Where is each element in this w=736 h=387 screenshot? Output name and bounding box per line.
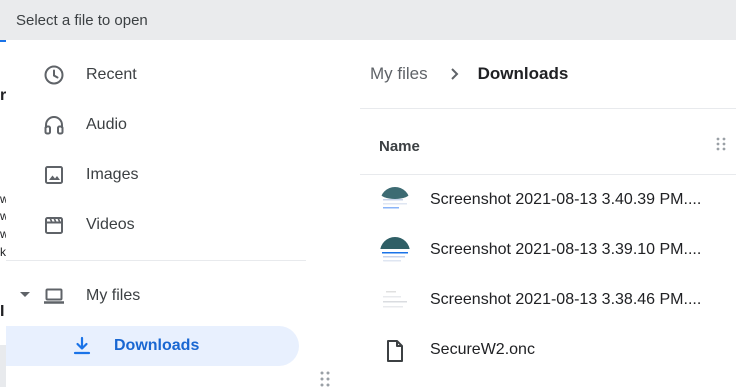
file-icon [387, 340, 403, 362]
download-icon [73, 336, 91, 355]
file-name: Screenshot 2021-08-13 3.40.39 PM.... [430, 191, 702, 208]
dialog-titlebar: Select a file to open [0, 0, 736, 40]
chevron-right-icon [450, 68, 459, 80]
file-name: SecureW2.onc [430, 341, 535, 358]
sidebar-item-downloads[interactable]: Downloads [6, 326, 299, 366]
dialog-title: Select a file to open [16, 11, 148, 29]
expand-caret-icon[interactable] [20, 292, 30, 297]
sidebar-item-images[interactable]: Images [6, 155, 306, 195]
headphones-icon [44, 116, 64, 135]
sidebar-item-label: Videos [86, 216, 135, 233]
column-resize-handle-icon[interactable] [716, 136, 726, 152]
background-glyph: I [0, 303, 5, 320]
breadcrumb-my-files[interactable]: My files [370, 64, 428, 84]
laptop-icon [44, 288, 64, 304]
sidebar-item-label: Recent [86, 66, 137, 83]
image-thumbnail [380, 287, 410, 317]
breadcrumb-downloads: Downloads [477, 64, 569, 83]
sidebar-item-label: Images [86, 166, 139, 183]
image-thumbnail [380, 237, 410, 267]
image-thumbnail [380, 187, 410, 217]
breadcrumb: My files Downloads [370, 64, 568, 84]
sidebar-divider [6, 260, 306, 261]
splitter-handle-icon[interactable] [319, 370, 331, 387]
sidebar-item-label: Downloads [114, 337, 200, 354]
column-header-name[interactable]: Name [379, 138, 420, 155]
file-row[interactable]: Screenshot 2021-08-13 3.40.39 PM.... [360, 176, 736, 226]
file-row[interactable]: Screenshot 2021-08-13 3.38.46 PM.... [360, 276, 736, 326]
image-icon [45, 166, 63, 184]
file-row[interactable]: Screenshot 2021-08-13 3.39.10 PM.... [360, 226, 736, 276]
sidebar-item-recent[interactable]: Recent [6, 55, 306, 95]
sidebar-item-my-files[interactable]: My files [6, 276, 306, 316]
clock-icon [44, 65, 64, 85]
film-icon [45, 217, 63, 234]
header-divider [360, 108, 736, 109]
sidebar-item-audio[interactable]: Audio [6, 105, 306, 145]
sidebar-item-videos[interactable]: Videos [6, 205, 306, 245]
column-header-divider [360, 174, 736, 175]
sidebar-item-label: Audio [86, 116, 127, 133]
file-name: Screenshot 2021-08-13 3.39.10 PM.... [430, 241, 702, 258]
file-picker-dialog: Recent Audio Images Videos My files Down… [6, 40, 736, 387]
file-name: Screenshot 2021-08-13 3.38.46 PM.... [430, 291, 702, 308]
sidebar-item-label: My files [86, 287, 141, 304]
file-row[interactable]: SecureW2.onc [360, 326, 736, 376]
sidebar-nav: Recent Audio Images Videos My files Down… [6, 40, 330, 387]
